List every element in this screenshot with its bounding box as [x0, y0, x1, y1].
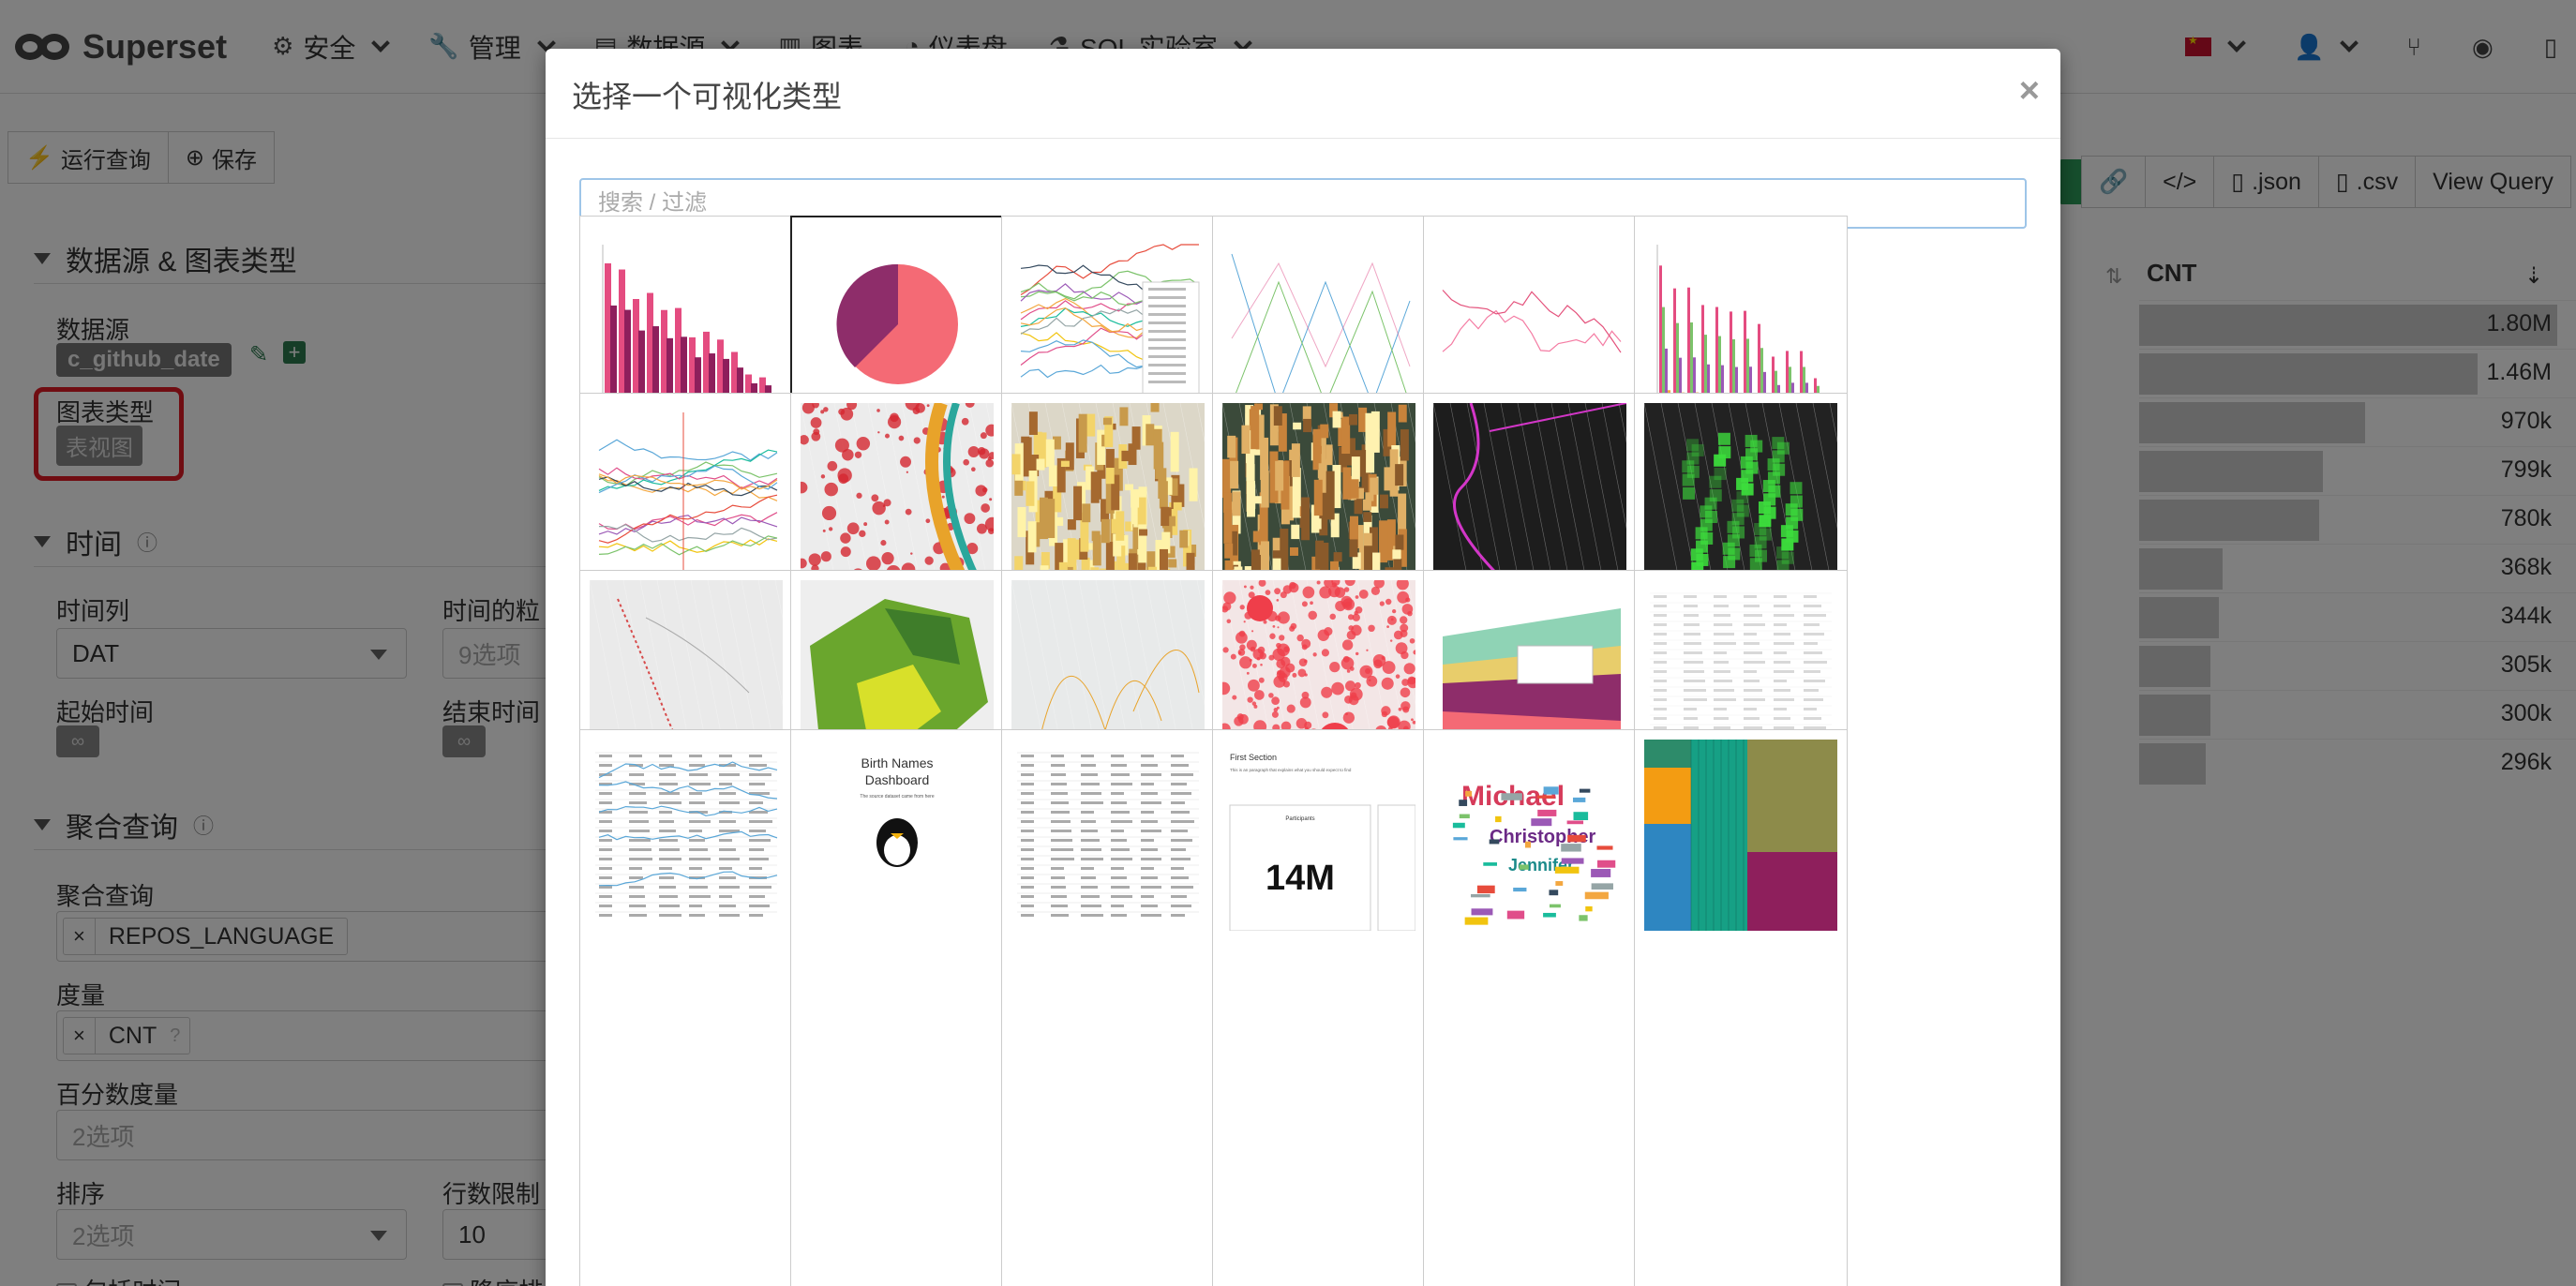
viz-card-big-number[interactable]: First Section This is an paragraph that e…: [1212, 729, 1426, 1286]
viz-thumbnail: [590, 403, 783, 594]
viz-thumbnail: [1433, 226, 1626, 417]
viz-thumbnail: [1011, 226, 1205, 417]
viz-thumbnail: First Section This is an paragraph that e…: [1222, 740, 1415, 931]
viz-thumbnail: [1011, 740, 1205, 931]
svg-text:This is an paragraph that expl: This is an paragraph that explains what …: [1230, 768, 1352, 772]
viz-card-pivot-table[interactable]: [1001, 729, 1215, 1286]
viz-thumbnail: [590, 740, 783, 931]
close-icon[interactable]: ×: [2019, 71, 2040, 112]
modal-title: 选择一个可视化类型: [572, 80, 843, 113]
svg-text:Dashboard: Dashboard: [865, 772, 930, 787]
viz-thumbnail: MichaelChristopherJennifer: [1433, 740, 1626, 931]
viz-thumbnail: [1644, 740, 1837, 931]
viz-card-markup[interactable]: Birth Names Dashboard The source dataset c…: [790, 729, 1004, 1286]
viz-thumbnail: Birth Names Dashboard The source dataset c…: [801, 740, 994, 931]
viz-thumbnail: [1644, 403, 1837, 594]
viz-thumbnail: [1011, 403, 1205, 594]
viz-thumbnail: [1433, 403, 1626, 594]
svg-text:14M: 14M: [1266, 859, 1335, 898]
viz-thumbnail: [1644, 226, 1837, 417]
viz-card-sparkline-table[interactable]: [579, 729, 793, 1286]
viz-thumbnail: [590, 226, 783, 417]
svg-text:Birth Names: Birth Names: [861, 755, 933, 770]
viz-thumbnail: [801, 403, 994, 594]
viz-card-treemap[interactable]: [1634, 729, 1848, 1286]
viz-thumbnail: [1222, 403, 1415, 594]
svg-text:The source dataset came from h: The source dataset came from here: [860, 794, 934, 800]
svg-text:Participants: Participants: [1285, 816, 1314, 822]
modal-header: 选择一个可视化类型 ×: [546, 49, 2060, 139]
viz-type-modal: 选择一个可视化类型 × 分布 - 柱状图饼图时间序列-折线图时间序列 - 周期枢…: [546, 49, 2060, 1286]
svg-text:First Section: First Section: [1230, 753, 1277, 762]
viz-thumbnail: [801, 227, 995, 418]
viz-thumbnail: [1222, 226, 1415, 417]
viz-card-word-cloud[interactable]: MichaelChristopherJennifer: [1423, 729, 1637, 1286]
